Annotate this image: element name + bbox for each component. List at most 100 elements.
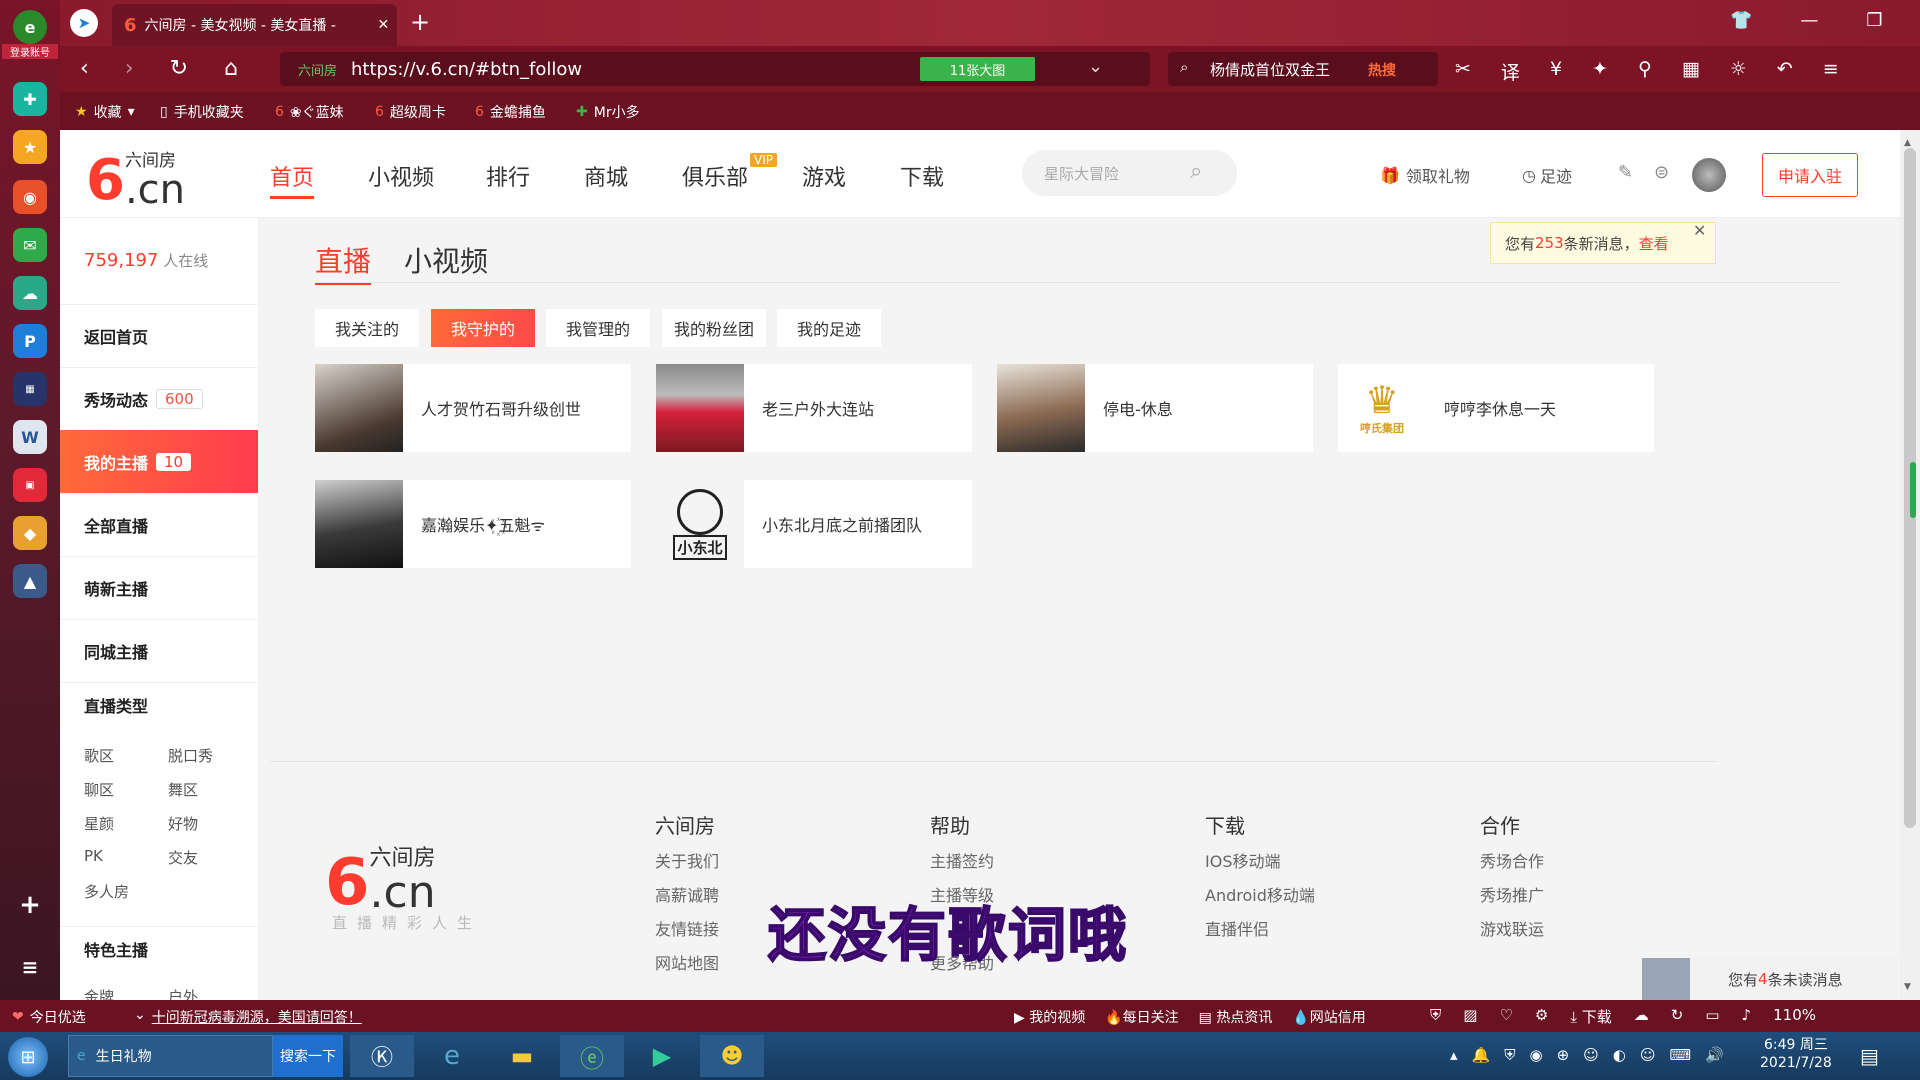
navigate-icon[interactable]: ➤ (70, 9, 98, 37)
forward-icon[interactable]: › (125, 56, 134, 81)
tray-app3-icon[interactable]: ☺ (1640, 1046, 1656, 1064)
type-dance[interactable]: 舞区 (168, 779, 198, 800)
tray-app-icon[interactable]: ◉ (1529, 1046, 1542, 1064)
sidebar-item-dynamics[interactable]: 秀场动态 600 (60, 367, 258, 430)
tray-volume-icon[interactable]: 🔊 (1705, 1046, 1724, 1064)
sidebar-item-my-anchors[interactable]: 我的主播 10 (60, 430, 258, 493)
zoom-level[interactable]: 110% (1773, 1006, 1816, 1027)
sidebar-item-new-anchors[interactable]: 萌新主播 (60, 556, 258, 619)
tray-up-icon[interactable]: ▴ (1450, 1046, 1458, 1064)
page-scrollbar[interactable]: ▲ ▼ (1900, 130, 1920, 1000)
nav-club[interactable]: 俱乐部 (682, 160, 748, 192)
minimize-icon[interactable]: — (1800, 10, 1818, 31)
edit-icon[interactable]: ✎ (1618, 162, 1633, 183)
gift-button[interactable]: 🎁 领取礼物 (1380, 163, 1470, 187)
refresh-icon[interactable]: ↻ (170, 56, 188, 81)
filter-footprint[interactable]: 我的足迹 (777, 309, 881, 347)
type-talk-show[interactable]: 脱口秀 (168, 745, 213, 766)
filter-guarding[interactable]: 我守护的 (431, 309, 535, 347)
hot-search-label[interactable]: 热搜 (1368, 60, 1396, 80)
message-icon[interactable]: ⊜ (1654, 162, 1669, 183)
sidebar-item-local-anchors[interactable]: 同城主播 (60, 619, 258, 682)
tray-qq-icon[interactable]: ☺ (1583, 1046, 1599, 1064)
game3-icon[interactable]: ▲ (13, 564, 47, 598)
nav-download[interactable]: 下载 (900, 160, 944, 192)
nav-mall[interactable]: 商城 (584, 160, 628, 192)
volume-icon[interactable]: ♪ (1742, 1006, 1752, 1027)
nav-ranking[interactable]: 排行 (486, 160, 530, 192)
footprint-button[interactable]: ◷ 足迹 (1522, 163, 1572, 187)
apps-icon[interactable]: ▦ (1682, 58, 1700, 85)
window-icon[interactable]: ▭ (1705, 1006, 1719, 1027)
refresh-status-icon[interactable]: ↻ (1671, 1006, 1684, 1027)
taskbar-ie[interactable]: e (420, 1035, 484, 1077)
shop-icon[interactable]: ▣ (13, 468, 47, 502)
footer-link[interactable]: 高薪诚聘 (655, 882, 719, 906)
unread-message-popup[interactable]: 您有 4 条未读消息 (1642, 958, 1898, 1000)
filter-fan-club[interactable]: 我的粉丝团 (662, 309, 766, 347)
coin-icon[interactable]: ¥ (1550, 58, 1562, 85)
taskbar-app[interactable]: ☻ (700, 1035, 764, 1077)
tray-plus-icon[interactable]: ⊕ (1557, 1046, 1570, 1064)
bookmark-favorites[interactable]: ★ 收藏 ▾ (75, 102, 135, 122)
status-hot-news[interactable]: ▤ 热点资讯 (1199, 1007, 1273, 1027)
tab-short-video[interactable]: 小视频 (404, 240, 488, 280)
anchor-card[interactable]: 人才贺竹石哥升级创世 (315, 364, 631, 452)
new-tab-icon[interactable]: + (410, 8, 430, 36)
url-dropdown-icon[interactable]: ⌄ (1088, 56, 1103, 77)
browser-search-input[interactable]: ⌕ 杨倩成首位双金王 热搜 (1168, 52, 1438, 86)
apply-button[interactable]: 申请入驻 (1762, 153, 1858, 197)
footer-link[interactable]: 秀场合作 (1480, 848, 1544, 872)
footer-link[interactable]: IOS移动端 (1205, 848, 1280, 872)
login-account-label[interactable]: 登录账号 (2, 44, 58, 59)
brightness-icon[interactable]: ☼ (1730, 58, 1747, 85)
footer-link[interactable]: 游戏联运 (1480, 916, 1544, 940)
footer-link[interactable]: Android移动端 (1205, 882, 1315, 906)
filter-managing[interactable]: 我管理的 (546, 309, 650, 347)
type-pk[interactable]: PK (84, 847, 103, 865)
type-star[interactable]: 星颜 (84, 813, 114, 834)
anchor-card[interactable]: ♛ 哼氏集团 哼哼李休息一天 (1338, 364, 1654, 452)
app-icon-1[interactable]: ✚ (13, 82, 47, 116)
ip-icon[interactable]: P (13, 324, 47, 358)
type-friends[interactable]: 交友 (168, 847, 198, 868)
sidebar-item-home[interactable]: 返回首页 (60, 304, 258, 367)
shield-icon[interactable]: ⛨ (1430, 1006, 1441, 1027)
status-download[interactable]: ⤓ 下载 (1570, 1006, 1611, 1027)
anchor-card[interactable]: 停电-休息 (997, 364, 1313, 452)
big-image-button[interactable]: 11张大图 (920, 57, 1035, 81)
image-icon[interactable]: ▨ (1463, 1006, 1477, 1027)
type-goods[interactable]: 好物 (168, 813, 198, 834)
nav-home[interactable]: 首页 (270, 160, 315, 199)
weibo-icon[interactable]: ◉ (13, 180, 47, 214)
close-tab-icon[interactable]: ✕ (378, 17, 390, 33)
tray-bell-icon[interactable]: 🔔 (1472, 1046, 1491, 1064)
footer-link[interactable]: 网站地图 (655, 950, 719, 974)
taskbar-folder[interactable]: ▬ (490, 1035, 554, 1077)
tray-shield-icon[interactable]: ⛨ (1504, 1046, 1515, 1064)
anchor-card[interactable]: 嘉瀚娱乐✦꙰五魁ᯤ (315, 480, 631, 568)
nav-short-video[interactable]: 小视频 (368, 160, 434, 192)
menu-icon[interactable]: ≡ (13, 950, 47, 984)
tray-network-icon[interactable]: ⌨ (1670, 1046, 1692, 1064)
more-menu-icon[interactable]: ≡ (1823, 58, 1839, 85)
action-center-icon[interactable]: ▤ (1860, 1044, 1879, 1068)
site-search-input[interactable]: 星际大冒险 ⌕ (1022, 150, 1237, 196)
restore-icon[interactable]: ❐ (1866, 10, 1882, 31)
notice-view-link[interactable]: 查看 (1639, 233, 1669, 254)
taskbar-player[interactable]: ▶ (630, 1035, 694, 1077)
translate-icon[interactable]: 译 (1501, 58, 1520, 85)
tab-live[interactable]: 直播 (315, 240, 372, 285)
filter-following[interactable]: 我关注的 (315, 309, 419, 347)
undo-icon[interactable]: ↶ (1777, 58, 1793, 85)
zoom-icon[interactable]: ⚲ (1638, 58, 1652, 85)
star-icon[interactable]: ★ (13, 130, 47, 164)
anchor-card[interactable]: 老三户外大连站 (656, 364, 972, 452)
game2-icon[interactable]: ◆ (13, 516, 47, 550)
skin-icon[interactable]: 👕 (1730, 10, 1752, 31)
footer-link[interactable]: 秀场推广 (1480, 882, 1544, 906)
close-notice-icon[interactable]: ✕ (1693, 221, 1706, 240)
taskbar-browser[interactable]: ⓔ (560, 1035, 624, 1077)
taskbar-search-button[interactable]: 搜索一下 (273, 1035, 343, 1077)
sidebar-item-all-live[interactable]: 全部直播 (60, 493, 258, 556)
